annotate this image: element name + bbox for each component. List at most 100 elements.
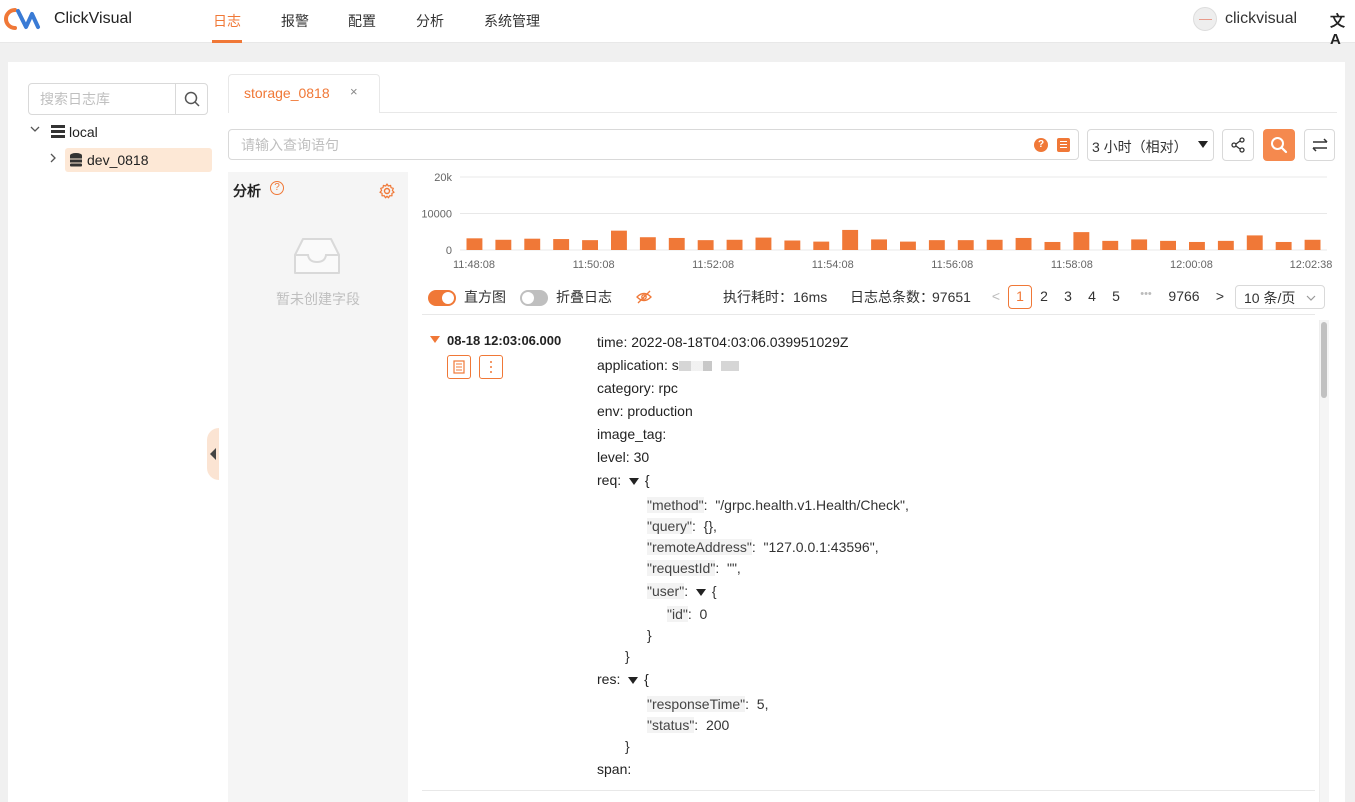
caret-down-icon[interactable] — [1198, 141, 1208, 148]
next-page-icon[interactable]: > — [1210, 288, 1230, 304]
nav-logs[interactable]: 日志 — [213, 11, 241, 31]
translate-icon[interactable]: 文A — [1330, 10, 1355, 48]
switch-mode-button[interactable] — [1304, 129, 1335, 161]
field-key[interactable]: res — [597, 671, 616, 687]
histogram-toggle[interactable] — [428, 290, 456, 306]
query-history-icon[interactable] — [1057, 138, 1070, 152]
page-4[interactable]: 4 — [1082, 288, 1102, 304]
json-value[interactable]: "/grpc.health.v1.Health/Check", — [715, 497, 909, 513]
page-last[interactable]: 9766 — [1164, 288, 1204, 304]
field-value[interactable]: s — [672, 357, 679, 373]
more-actions-button[interactable] — [479, 355, 503, 379]
chart-bar[interactable] — [1189, 241, 1205, 250]
field-key[interactable]: image_tag — [597, 426, 662, 442]
json-value[interactable]: {}, — [704, 518, 717, 534]
caret-down-icon[interactable] — [430, 336, 440, 343]
chart-bar[interactable] — [495, 239, 512, 250]
chart-bar[interactable] — [871, 239, 887, 250]
time-range-value[interactable]: 3 小时（相对） — [1092, 137, 1188, 157]
field-key[interactable]: env — [597, 403, 620, 419]
chart-bar[interactable] — [928, 240, 945, 250]
page-5[interactable]: 5 — [1106, 288, 1126, 304]
json-value[interactable]: 200 — [706, 717, 729, 733]
field-value[interactable]: rpc — [658, 380, 677, 396]
tree-node-local[interactable]: local — [69, 120, 98, 144]
json-key[interactable]: "requestId" — [647, 560, 716, 576]
chart-bar[interactable] — [986, 239, 1003, 250]
field-key[interactable]: level — [597, 449, 626, 465]
chart-bar[interactable] — [1044, 241, 1061, 250]
share-button[interactable] — [1222, 129, 1254, 161]
help-icon[interactable]: ? — [270, 181, 284, 195]
caret-down-icon[interactable] — [695, 588, 706, 596]
field-key[interactable]: span — [597, 761, 627, 777]
database-search-button[interactable] — [175, 84, 207, 114]
query-input[interactable] — [229, 130, 1019, 159]
chart-bar[interactable] — [697, 240, 714, 250]
json-value[interactable]: "", — [727, 560, 741, 576]
page-ellipsis[interactable]: ••• — [1136, 288, 1156, 300]
chart-bar[interactable] — [813, 241, 830, 250]
tab-label[interactable]: storage_0818 — [244, 85, 330, 101]
chart-bar[interactable] — [466, 238, 483, 250]
chart-bar[interactable] — [1102, 240, 1119, 250]
gear-icon[interactable] — [379, 183, 395, 199]
chart-bar[interactable] — [639, 237, 656, 250]
json-value[interactable]: "127.0.0.1:43596", — [764, 539, 879, 555]
chart-bar[interactable] — [1246, 235, 1263, 250]
nav-system-management[interactable]: 系统管理 — [484, 11, 540, 31]
chevron-right-icon[interactable] — [48, 153, 58, 166]
page-size-select[interactable]: 10 条/页 — [1235, 285, 1325, 309]
sidebar-collapse-handle[interactable] — [207, 428, 219, 480]
json-key[interactable]: "query" — [647, 518, 692, 534]
field-key[interactable]: category — [597, 380, 651, 396]
chart-bar[interactable] — [553, 239, 570, 250]
search-button[interactable] — [1263, 129, 1295, 161]
avatar[interactable] — [1193, 7, 1217, 31]
page-2[interactable]: 2 — [1034, 288, 1054, 304]
caret-down-icon[interactable] — [628, 676, 639, 684]
nav-alarm[interactable]: 报警 — [281, 11, 309, 31]
chart-bar[interactable] — [1275, 241, 1292, 250]
query-help-icon[interactable]: ? — [1034, 138, 1048, 152]
chart-bar[interactable] — [1160, 240, 1176, 250]
chart-bar[interactable] — [842, 229, 859, 250]
chart-bar[interactable] — [1131, 239, 1148, 250]
json-key[interactable]: "remoteAddress" — [647, 539, 752, 555]
field-value[interactable]: production — [627, 403, 692, 419]
chart-bar[interactable] — [611, 230, 627, 250]
json-key[interactable]: "responseTime" — [647, 696, 746, 712]
chart-bar[interactable] — [524, 238, 541, 250]
chart-bar[interactable] — [668, 237, 685, 250]
close-icon[interactable]: × — [350, 84, 358, 99]
nav-analysis[interactable]: 分析 — [416, 11, 444, 31]
json-value[interactable]: 0 — [700, 606, 708, 622]
tree-node-dev-0818[interactable]: dev_0818 — [87, 148, 149, 172]
json-key[interactable]: "user" — [647, 583, 685, 599]
chart-bar[interactable] — [957, 240, 974, 250]
chart-bar[interactable] — [1304, 239, 1321, 250]
json-key[interactable]: "method" — [647, 497, 704, 513]
chart-bar[interactable] — [784, 240, 801, 250]
page-1[interactable]: 1 — [1010, 288, 1030, 304]
field-key[interactable]: req — [597, 472, 617, 488]
eye-hidden-icon[interactable] — [636, 289, 652, 305]
chart-bar[interactable] — [1073, 232, 1090, 250]
database-search-input[interactable] — [29, 84, 177, 114]
fold-log-toggle[interactable] — [520, 290, 548, 306]
chart-bar[interactable] — [900, 241, 916, 250]
page-3[interactable]: 3 — [1058, 288, 1078, 304]
json-key[interactable]: "status" — [647, 717, 695, 733]
json-key[interactable]: "id" — [667, 606, 688, 622]
nav-config[interactable]: 配置 — [348, 11, 376, 31]
json-value[interactable]: 5, — [757, 696, 769, 712]
chart-bar[interactable] — [726, 239, 743, 250]
field-key[interactable]: time — [597, 334, 623, 350]
chart-bar[interactable] — [1015, 237, 1032, 250]
field-value[interactable]: 2022-08-18T04:03:06.039951029Z — [631, 334, 848, 350]
prev-page-icon[interactable]: < — [986, 288, 1006, 304]
copy-log-button[interactable] — [447, 355, 471, 379]
chart-bar[interactable] — [1217, 240, 1234, 250]
chart-bar[interactable] — [582, 240, 598, 250]
field-value[interactable]: 30 — [634, 449, 650, 465]
